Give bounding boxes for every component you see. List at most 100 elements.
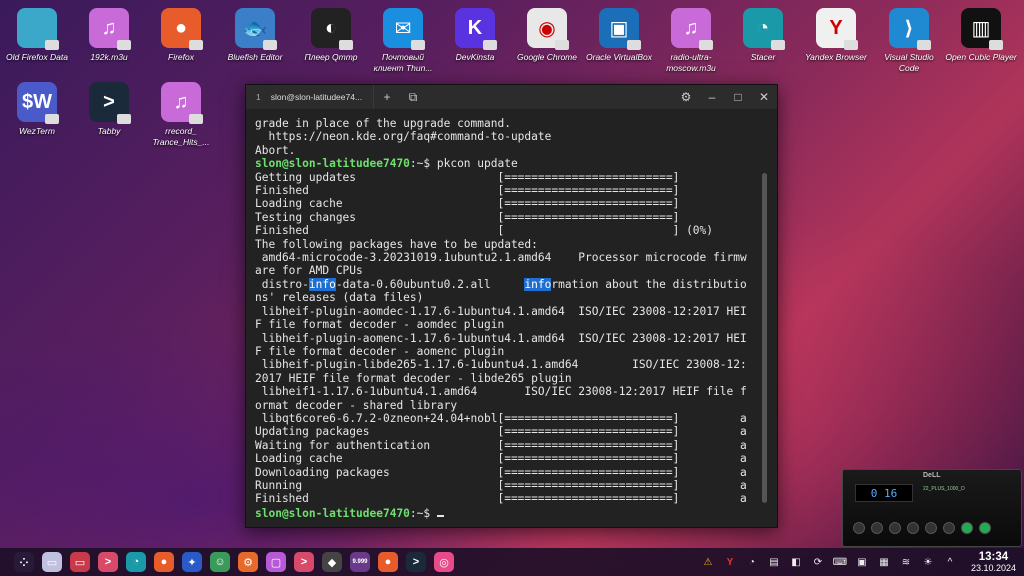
desktop-icon-6[interactable]: K DevKinsta	[439, 8, 511, 63]
desktop-icon-1[interactable]: ♫ 192k.m3u	[73, 8, 145, 63]
settings-icon[interactable]: ⚙	[238, 552, 258, 572]
firefox-icon[interactable]: ●	[378, 552, 398, 572]
firefox-icon: ●	[161, 8, 203, 50]
gpu-icon[interactable]: ◆	[322, 552, 342, 572]
desktop-icon-7[interactable]: ◉ Google Chrome	[511, 8, 583, 63]
terminal-line: libheif-plugin-libde265-1.17.6-1ubuntu4.…	[255, 358, 747, 372]
stop-button[interactable]	[907, 522, 919, 534]
desktop-icon-15[interactable]: > Tabby	[73, 82, 145, 137]
camera-icon[interactable]: ◎	[434, 552, 454, 572]
terminal-line: ns' releases (data files)	[255, 291, 424, 305]
desktop-icon-14[interactable]: $W WezTerm	[1, 82, 73, 137]
devkinsta-icon: K	[455, 8, 497, 50]
terminal-line: Loading cache [=========================…	[255, 452, 747, 466]
firefox-icon[interactable]: ●	[154, 552, 174, 572]
desktop-icon-13[interactable]: ▥ Open Cubic Player	[945, 8, 1017, 63]
language-flag-icon[interactable]: ▦	[877, 555, 891, 569]
desktop-icon-3[interactable]: 🐟 Bluefish Editor	[219, 8, 291, 63]
terminal-line: 2017 HEIF file format decoder - libde265…	[255, 371, 572, 385]
app-launcher-icon[interactable]: ⁘	[14, 552, 34, 572]
stacer-icon[interactable]: ◔	[126, 552, 146, 572]
eject-button[interactable]	[943, 522, 955, 534]
clock[interactable]: 13:34 23.10.2024	[971, 551, 1016, 573]
media-player-widget[interactable]: DeLL 0 16 22_PLUS_1000_D	[842, 469, 1022, 547]
desktop-icon-11[interactable]: Y Yandex Browser	[800, 8, 872, 63]
bag-icon[interactable]: ◧	[789, 555, 803, 569]
brightness-icon[interactable]: ☀	[921, 555, 935, 569]
shell-prompt: slon@slon-latitudee7470	[255, 506, 410, 520]
shortcut-badge-icon	[699, 40, 713, 50]
settings-icon[interactable]: ⚙	[673, 85, 699, 109]
music-file-icon: ♫	[671, 8, 713, 50]
terminal-line: F file format decoder - aomenc plugin	[255, 344, 505, 358]
power-button[interactable]	[961, 522, 973, 534]
next-button[interactable]	[925, 522, 937, 534]
terminal-line: are for AMD CPUs	[255, 264, 363, 278]
terminal-tab[interactable]: 1 slon@slon-latitudee74...	[246, 85, 374, 109]
terminal-output[interactable]: grade in place of the upgrade command. h…	[246, 109, 777, 527]
notification-app-icon[interactable]: 9.999	[350, 552, 370, 572]
shortcut-badge-icon	[117, 114, 131, 124]
desktop-icon-10[interactable]: ◔ Stacer	[727, 8, 799, 63]
files-icon[interactable]: ▢	[266, 552, 286, 572]
shortcut-badge-icon	[627, 40, 641, 50]
desktop-icon-8[interactable]: ▣ Oracle VirtualBox	[583, 8, 655, 63]
game-icon[interactable]: ☺	[210, 552, 230, 572]
package-icon[interactable]: ▤	[767, 555, 781, 569]
alert-icon[interactable]: ⚠	[701, 555, 715, 569]
wezterm-icon: $W	[17, 82, 59, 124]
player-controls	[853, 522, 991, 534]
terminal-line: amd64-microcode-3.20231019.1ubuntu2.1.am…	[255, 251, 747, 265]
folder-icon	[17, 8, 59, 50]
terminal-titlebar[interactable]: 1 slon@slon-latitudee74... + ⧉ ⚙ – □ ✕	[246, 85, 777, 109]
terminal-scrollbar[interactable]	[762, 173, 767, 503]
shortcut-badge-icon	[263, 40, 277, 50]
close-icon[interactable]: ✕	[751, 85, 777, 109]
desktop-icon-0[interactable]: Old Firefox Data	[1, 8, 73, 63]
prev-button[interactable]	[853, 522, 865, 534]
konsole-icon[interactable]: >	[98, 552, 118, 572]
tray-items: ⚠ Y ◔ ▤ ◧ ⟳ ⌨ ▣ ▦ ≋ ☀ ^	[701, 555, 957, 569]
wifi-icon[interactable]: ≋	[899, 555, 913, 569]
desktop-icon-12[interactable]: ⟩ Visual Studio Code	[873, 8, 945, 74]
desktop-icon-label: radio-ultra-moscow.m3u	[666, 52, 716, 73]
shortcut-badge-icon	[189, 114, 203, 124]
tab-title: slon@slon-latitudee74...	[270, 92, 363, 102]
desktop-icon-16[interactable]: ♫ rrecord_ Trance_Hits_...	[145, 82, 217, 148]
krita-icon[interactable]: ✦	[182, 552, 202, 572]
yandex-icon[interactable]: Y	[723, 555, 737, 569]
qmmp-icon: ◐	[311, 8, 353, 50]
desktop-icon-4[interactable]: ◐ Плеер Qmmp	[295, 8, 367, 63]
desktop-icon-label: Oracle VirtualBox	[586, 52, 652, 62]
pause-button[interactable]	[889, 522, 901, 534]
desktop-pager-icon[interactable]: ▭	[42, 552, 62, 572]
network-icon[interactable]: ⟳	[811, 555, 825, 569]
desktop-icon-label: 192k.m3u	[90, 52, 128, 62]
tabby-icon: >	[89, 82, 131, 124]
tray-expand-icon[interactable]: ^	[943, 555, 957, 569]
browser-icon[interactable]: ◔	[745, 555, 759, 569]
desktop-icon-9[interactable]: ♫ radio-ultra-moscow.m3u	[655, 8, 727, 74]
terminal-icon[interactable]: >	[294, 552, 314, 572]
maximize-icon[interactable]: □	[725, 85, 751, 109]
mode-button[interactable]	[979, 522, 991, 534]
clock-date: 23.10.2024	[970, 563, 1016, 573]
shortcut-badge-icon	[45, 40, 59, 50]
terminal-line: Abort.	[255, 143, 296, 157]
desktop-icon-5[interactable]: ✉ Почтовый клиент Thun...	[367, 8, 439, 74]
vscode-icon: ⟩	[889, 8, 931, 50]
minimize-icon[interactable]: –	[699, 85, 725, 109]
tabby-icon[interactable]: >	[406, 552, 426, 572]
split-view-icon[interactable]: ⧉	[400, 85, 426, 109]
terminal-icon[interactable]: ▭	[70, 552, 90, 572]
terminal-window[interactable]: 1 slon@slon-latitudee74... + ⧉ ⚙ – □ ✕ g…	[245, 84, 778, 528]
desktop-icon-label: DevKinsta	[455, 52, 495, 62]
desktop-icon-2[interactable]: ● Firefox	[145, 8, 217, 63]
storage-icon[interactable]: ▣	[855, 555, 869, 569]
virtualbox-icon: ▣	[599, 8, 641, 50]
new-tab-icon[interactable]: +	[374, 85, 400, 109]
shortcut-badge-icon	[483, 40, 497, 50]
play-button[interactable]	[871, 522, 883, 534]
keyboard-icon[interactable]: ⌨	[833, 555, 847, 569]
desktop-icon-label: Old Firefox Data	[6, 52, 68, 62]
